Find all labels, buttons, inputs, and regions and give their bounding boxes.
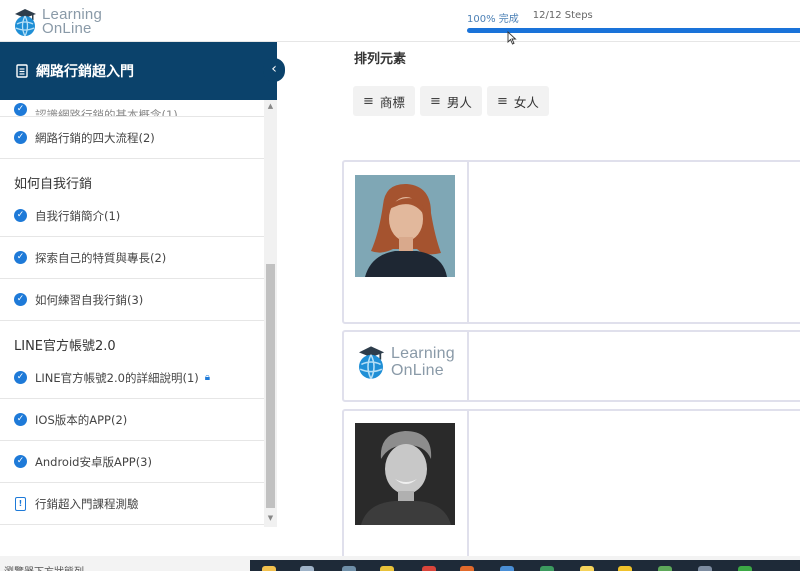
section-heading: LINE官方帳號2.0 bbox=[14, 339, 116, 354]
logo-text: Learning OnLine bbox=[42, 7, 102, 37]
app-icon[interactable] bbox=[738, 566, 752, 571]
top-bar: Learning OnLine 100% 完成 12/12 Steps bbox=[0, 0, 800, 45]
progress-steps: 12/12 Steps bbox=[532, 10, 593, 21]
question-title: 排列元素 bbox=[354, 52, 407, 67]
lesson-item[interactable]: ✓ 認識網路行銷的基本概念(1) bbox=[0, 100, 264, 117]
drop-slot-1[interactable] bbox=[342, 160, 800, 324]
app-icon[interactable] bbox=[500, 566, 514, 571]
drop-slot-2[interactable]: Learning OnLine bbox=[342, 330, 800, 402]
lesson-list: ✓ 認識網路行銷的基本概念(1) ✓ 網路行銷的四大流程(2) 如何自我行銷 ✓… bbox=[0, 100, 264, 527]
course-progress: 100% 完成 12/12 Steps bbox=[467, 10, 800, 33]
scroll-up-arrow-icon[interactable]: ▲ bbox=[266, 102, 275, 112]
app-icon[interactable] bbox=[580, 566, 594, 571]
lesson-label: 認識網路行銷的基本概念(1) bbox=[35, 108, 178, 117]
sidebar-scrollbar[interactable]: ▲ ▼ bbox=[264, 100, 277, 527]
card-divider bbox=[467, 411, 469, 567]
course-header[interactable]: 網路行銷超入門 bbox=[0, 42, 277, 100]
page: Learning OnLine 100% 完成 12/12 Steps 網路行銷… bbox=[0, 0, 800, 571]
chip-label: 商標 bbox=[379, 94, 405, 110]
lesson-label: 探索自己的特質與專長(2) bbox=[35, 250, 167, 265]
hamburger-icon: ≡ bbox=[430, 93, 441, 109]
chip-label: 男人 bbox=[446, 94, 472, 110]
lesson-label: 網路行銷的四大流程(2) bbox=[35, 130, 155, 145]
status-text: 瀏覽器下方狀態列 bbox=[4, 563, 84, 571]
check-circle-icon: ✓ bbox=[14, 455, 27, 468]
lesson-item[interactable]: ✓ 探索自己的特質與專長(2) bbox=[0, 237, 264, 279]
lesson-item[interactable]: ✓ 網路行銷的四大流程(2) bbox=[0, 117, 264, 159]
sortable-chip-woman[interactable]: ≡ 女人 bbox=[487, 86, 549, 116]
app-icon[interactable] bbox=[618, 566, 632, 571]
app-icon[interactable] bbox=[422, 566, 436, 571]
lesson-item[interactable]: ✓ 如何練習自我行銷(3) bbox=[0, 279, 264, 321]
course-title: 網路行銷超入門 bbox=[36, 64, 134, 80]
check-circle-icon: ✓ bbox=[14, 413, 27, 426]
card-divider bbox=[467, 162, 469, 322]
check-circle-icon: ✓ bbox=[14, 293, 27, 306]
hamburger-icon: ≡ bbox=[497, 93, 508, 109]
lesson-item[interactable]: ✓ Android安卓版APP(3) bbox=[0, 441, 264, 483]
mouse-cursor-icon bbox=[507, 31, 517, 45]
drop-slot-3[interactable] bbox=[342, 409, 800, 569]
lesson-label: IOS版本的APP(2) bbox=[35, 412, 128, 427]
app-icon[interactable] bbox=[300, 566, 314, 571]
quiz-label: 行銷超入門課程測驗 bbox=[35, 496, 139, 511]
globe-logo-icon bbox=[359, 346, 385, 380]
card-logo: Learning OnLine bbox=[355, 344, 455, 380]
app-icon[interactable] bbox=[380, 566, 394, 571]
app-icon[interactable] bbox=[698, 566, 712, 571]
lesson-label: 如何練習自我行銷(3) bbox=[35, 292, 144, 307]
lesson-label: LINE官方帳號2.0的詳細說明(1) bbox=[35, 370, 199, 385]
quiz-icon: ! bbox=[15, 496, 26, 511]
check-circle-icon: ✓ bbox=[14, 371, 27, 384]
progress-percent: 100% 完成 bbox=[467, 14, 519, 25]
folder-icon[interactable] bbox=[262, 566, 276, 571]
course-sidebar: 網路行銷超入門 ‹ ✓ 認識網路行銷的基本概念(1) ✓ 網路行銷的四大流程(2… bbox=[0, 42, 285, 527]
woman-photo bbox=[355, 175, 455, 277]
check-circle-icon: ✓ bbox=[14, 209, 27, 222]
section-heading: 如何自我行銷 bbox=[14, 177, 93, 192]
card-logo-text: Learning OnLine bbox=[391, 345, 455, 379]
logo-line-2: OnLine bbox=[42, 20, 92, 37]
hamburger-icon: ≡ bbox=[363, 93, 374, 109]
check-circle-icon: ✓ bbox=[14, 131, 27, 144]
scrollbar-thumb[interactable] bbox=[266, 264, 275, 508]
man-photo bbox=[355, 423, 455, 525]
check-circle-icon: ✓ bbox=[14, 103, 27, 116]
app-icon[interactable] bbox=[342, 566, 356, 571]
sortable-chip-man[interactable]: ≡ 男人 bbox=[420, 86, 482, 116]
document-icon bbox=[16, 64, 28, 78]
check-circle-icon: ✓ bbox=[14, 251, 27, 264]
lesson-label: 自我行銷簡介(1) bbox=[35, 208, 121, 223]
lesson-item[interactable]: ✓ IOS版本的APP(2) bbox=[0, 399, 264, 441]
collapse-sidebar-button[interactable]: ‹ bbox=[263, 58, 285, 82]
taskbar bbox=[250, 560, 800, 571]
app-icon[interactable] bbox=[658, 566, 672, 571]
app-icon[interactable] bbox=[540, 566, 554, 571]
lesson-label: Android安卓版APP(3) bbox=[35, 454, 152, 469]
lock-icon: 🔒︎ bbox=[204, 372, 211, 383]
logo[interactable]: Learning OnLine bbox=[12, 5, 122, 39]
globe-logo-icon bbox=[15, 9, 36, 37]
card-logo-line-1: Learning bbox=[391, 345, 455, 362]
app-icon[interactable] bbox=[460, 566, 474, 571]
scroll-down-arrow-icon[interactable]: ▼ bbox=[266, 514, 275, 524]
chevron-left-icon: ‹ bbox=[271, 61, 277, 77]
quiz-item[interactable]: ! 行銷超入門課程測驗 bbox=[0, 483, 264, 525]
chip-label: 女人 bbox=[513, 94, 539, 110]
sortable-chip-logo[interactable]: ≡ 商標 bbox=[353, 86, 415, 116]
lesson-item[interactable]: ✓ LINE官方帳號2.0的詳細說明(1) 🔒︎ bbox=[0, 357, 264, 399]
card-divider bbox=[467, 332, 469, 400]
card-logo-line-2: OnLine bbox=[391, 362, 444, 379]
lesson-item[interactable]: ✓ 自我行銷簡介(1) bbox=[0, 195, 264, 237]
